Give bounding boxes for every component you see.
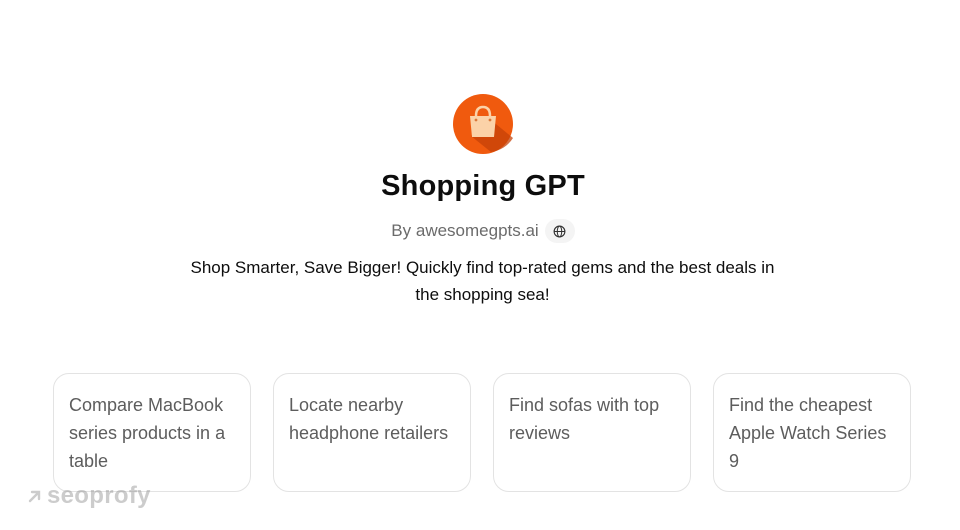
watermark: seoprofy: [27, 482, 151, 510]
watermark-text: seoprofy: [47, 482, 151, 509]
starter-card[interactable]: Locate nearby headphone retailers: [273, 373, 471, 492]
starter-card[interactable]: Find sofas with top reviews: [493, 373, 691, 492]
starter-text: Find the cheapest Apple Watch Series 9: [729, 395, 887, 471]
starter-text: Locate nearby headphone retailers: [289, 395, 449, 443]
gpt-landing-page: Shopping GPT By awesomegpts.ai Shop Smar…: [0, 0, 960, 530]
starter-text: Compare MacBook series products in a tab…: [69, 395, 226, 471]
website-button[interactable]: [544, 219, 575, 243]
starter-card[interactable]: Find the cheapest Apple Watch Series 9: [713, 373, 911, 492]
gpt-byline: By awesomegpts.ai: [0, 219, 960, 243]
gpt-logo: [453, 94, 513, 154]
starter-card[interactable]: Compare MacBook series products in a tab…: [53, 373, 251, 492]
starter-text: Find sofas with top reviews: [509, 395, 660, 443]
shopping-bag-icon: [453, 94, 513, 154]
gpt-title: Shopping GPT: [381, 170, 585, 202]
globe-icon: [553, 225, 566, 237]
gpt-description: Shop Smarter, Save Bigger! Quickly find …: [190, 258, 775, 304]
conversation-starters: Compare MacBook series products in a tab…: [53, 373, 913, 494]
author-link[interactable]: By awesomegpts.ai: [391, 221, 538, 241]
arrow-up-right-icon: [28, 490, 41, 503]
